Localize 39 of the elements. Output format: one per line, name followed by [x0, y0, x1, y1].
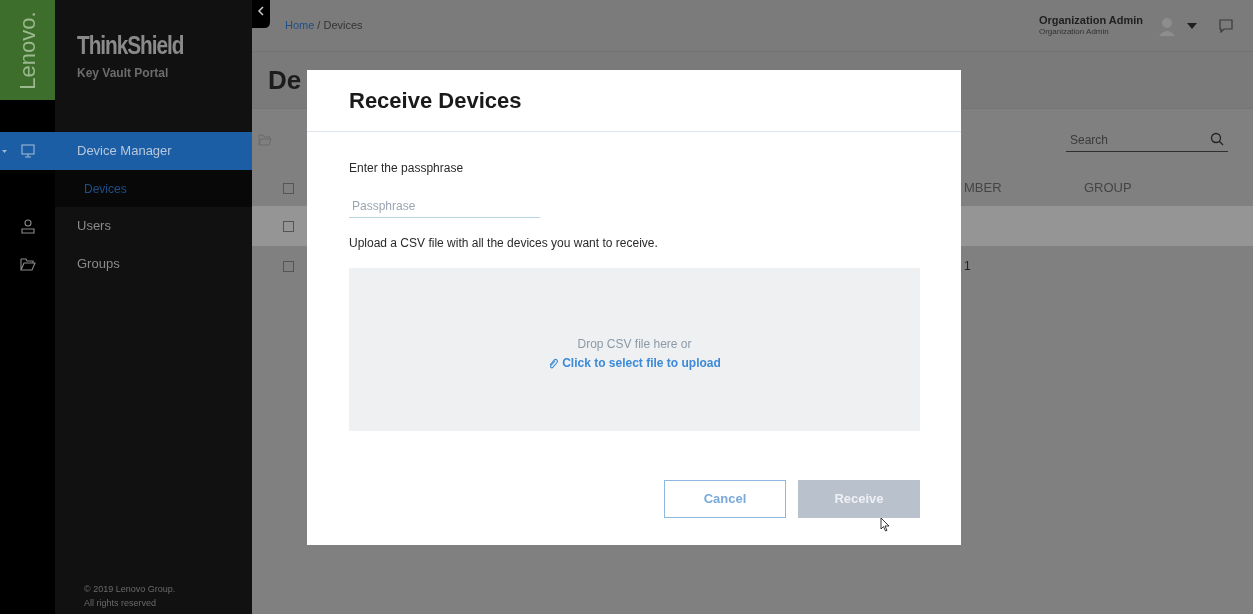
sidebar-item[interactable]: Users	[55, 207, 252, 245]
folder-icon[interactable]	[18, 256, 37, 272]
copyright-text: All rights reserved	[84, 597, 158, 610]
column-header: MBER	[964, 179, 1003, 198]
field-label: Enter the passphrase	[349, 160, 465, 177]
sidebar-subitem[interactable]: Devices	[55, 170, 252, 207]
lenovo-logo: Lenovo.	[0, 0, 55, 100]
page-title: De	[268, 63, 302, 97]
collapse-icon[interactable]	[252, 0, 270, 28]
checkbox[interactable]	[283, 220, 294, 232]
breadcrumb-current: / Devices	[317, 18, 363, 34]
copyright-text: © 2019 Lenovo Group.	[84, 583, 177, 596]
product-subtitle: Key Vault Portal	[77, 65, 170, 82]
cursor-icon	[880, 517, 890, 532]
product-name: ThinkShield	[77, 32, 185, 58]
breadcrumb-link[interactable]: Home	[285, 17, 315, 34]
upload-instructions: Upload a CSV file with all the devices you want to receive.	[349, 235, 659, 252]
sidebar-item[interactable]: Groups	[55, 245, 252, 283]
checkbox[interactable]	[283, 260, 294, 272]
checkbox[interactable]	[283, 182, 294, 194]
passphrase-field[interactable]: Passphrase	[349, 194, 540, 218]
drop-zone[interactable]: Drop CSV file here or Click to select file to upload	[349, 268, 920, 431]
cancel-button[interactable]: Cancel	[664, 480, 786, 518]
user-role: Organization Admin	[1038, 27, 1110, 38]
user-name: Organization Admin	[1038, 13, 1143, 28]
caret-icon[interactable]	[2, 149, 7, 153]
monitor-icon[interactable]	[18, 143, 37, 159]
paperclip-icon	[548, 357, 559, 369]
drop-zone-text: Drop CSV file here or	[577, 336, 692, 353]
search-icon[interactable]	[1210, 131, 1224, 146]
column-header: GROUP	[1084, 179, 1133, 198]
caret-icon[interactable]	[1187, 22, 1197, 29]
table-cell-text: 1	[964, 258, 972, 275]
sidebar-item[interactable]: Device Manager	[55, 132, 252, 170]
chat-icon[interactable]	[1219, 18, 1233, 33]
dialog-title: Receive Devices	[349, 87, 522, 115]
user-icon[interactable]	[18, 218, 37, 234]
search-field[interactable]: Search	[1066, 128, 1228, 153]
select-file-link[interactable]: Click to select file to upload	[548, 354, 721, 372]
